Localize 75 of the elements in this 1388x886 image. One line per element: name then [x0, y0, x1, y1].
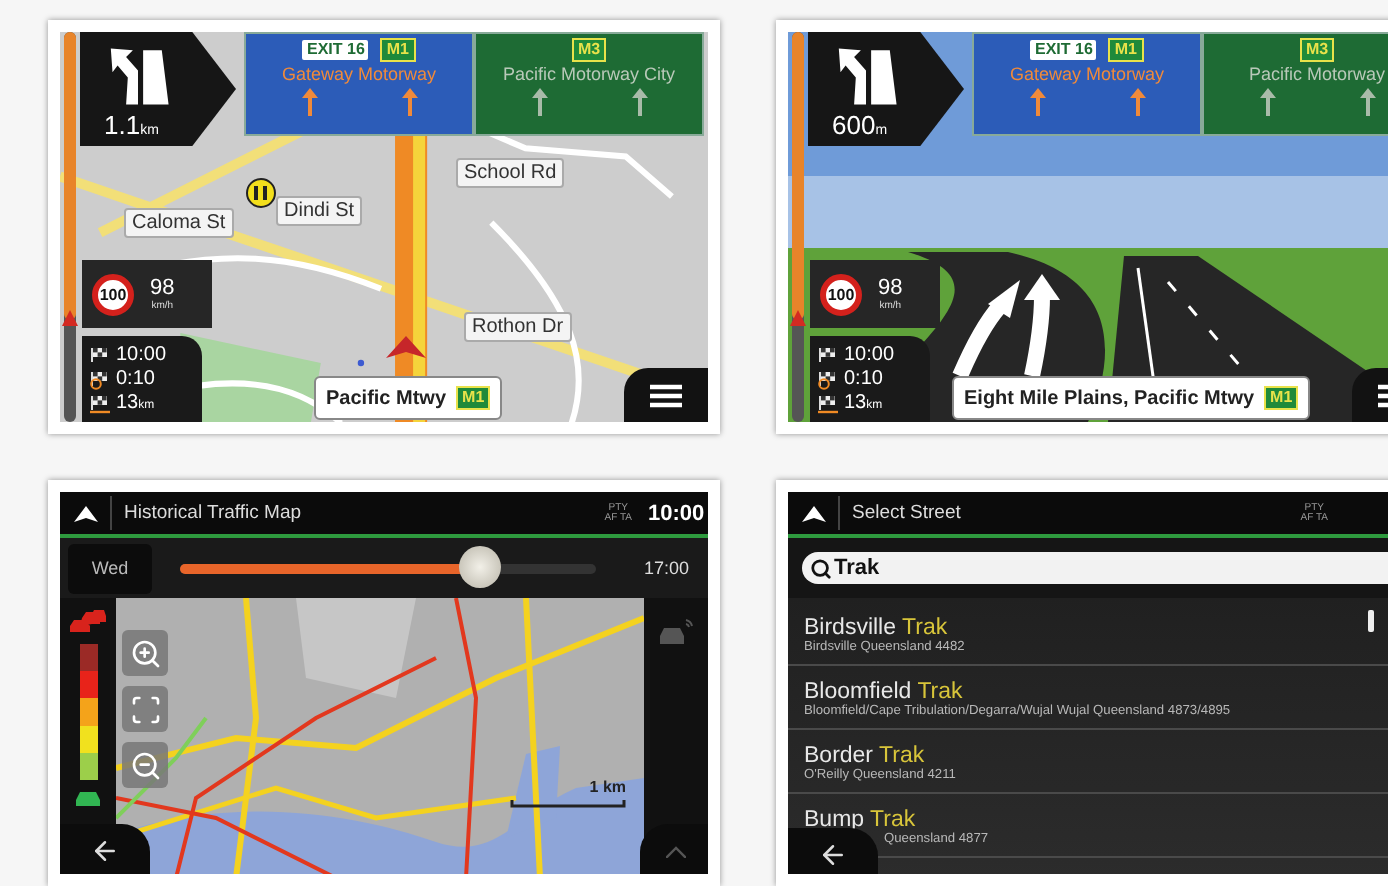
- speed-limit-sign: 100: [92, 273, 134, 315]
- traffic-scale-bar: [79, 644, 97, 780]
- zoom-out-button[interactable]: [122, 742, 168, 788]
- speed-limit-sign: 100: [820, 273, 862, 315]
- clock: 10:00: [648, 501, 705, 525]
- distance-flag-icon: [90, 393, 110, 413]
- back-button[interactable]: [788, 828, 878, 874]
- street-name: Pacific Mtwy: [326, 387, 447, 409]
- street-name: Birdsville Trak: [804, 615, 948, 639]
- trip-value: 0:10: [116, 368, 155, 390]
- arrow-up-icon: [1259, 88, 1275, 116]
- arrow-up-icon: [301, 88, 317, 116]
- sign-destination: Gateway Motorway: [1009, 64, 1165, 84]
- scale-bar: [510, 800, 626, 808]
- street-label: School Rd: [456, 158, 565, 188]
- trip-value: 10:00: [116, 344, 167, 366]
- current-speed: 98: [150, 276, 175, 300]
- sign-destination: Pacific Motorway City: [502, 64, 676, 84]
- route-shield: M1: [456, 386, 491, 410]
- fit-view-icon: [129, 693, 161, 725]
- street-name: Bloomfield Trak: [804, 679, 963, 703]
- arrow-up-icon: [1029, 88, 1045, 116]
- distance-flag-icon: [818, 393, 838, 413]
- arrow-up-icon: [1129, 88, 1145, 116]
- route-shield: M1: [1264, 386, 1299, 410]
- trip-value: 10:00: [844, 344, 895, 366]
- route-shield: M1: [1108, 38, 1144, 62]
- timer-flag-icon: [818, 369, 838, 389]
- finish-flag-icon: [818, 345, 838, 365]
- current-speed: 98: [878, 276, 903, 300]
- screen-title: Select Street: [850, 502, 963, 524]
- street-label: Rothon Dr: [464, 312, 572, 342]
- street-label: Caloma St: [124, 208, 234, 238]
- slider-thumb[interactable]: [458, 546, 501, 588]
- route-shield: M3: [571, 38, 607, 62]
- caret-up-icon: [73, 505, 97, 521]
- day-button[interactable]: Wed: [68, 543, 152, 593]
- zoom-in-icon: [129, 637, 161, 669]
- slider-time: 17:00: [644, 558, 692, 578]
- exit-badge: EXIT 16: [302, 40, 369, 60]
- zoom-out-icon: [129, 749, 161, 781]
- car-signal-icon: [658, 618, 694, 646]
- traffic-jam-icon: [70, 610, 106, 634]
- street-name: Border Trak: [804, 743, 925, 767]
- zoom-in-button[interactable]: [122, 630, 168, 676]
- street-name: Bump Trak: [804, 807, 916, 831]
- screen-title: Historical Traffic Map: [122, 502, 304, 524]
- route-shield: M1: [380, 38, 416, 62]
- finish-flag-icon: [90, 345, 110, 365]
- fit-view-button[interactable]: [122, 686, 168, 732]
- sign-destination: Gateway Motorway: [281, 64, 437, 84]
- street-name: Eight Mile Plains, Pacific Mtwy: [964, 387, 1255, 409]
- back-button[interactable]: [60, 824, 150, 874]
- sign-destination: Pacific Motorway: [1248, 64, 1386, 84]
- route-shield: M3: [1299, 38, 1335, 62]
- time-slider[interactable]: [180, 546, 596, 590]
- trip-value: 0:10: [844, 368, 883, 390]
- search-icon: [810, 558, 832, 580]
- street-label: Dindi St: [276, 196, 363, 226]
- arrow-up-icon: [531, 88, 547, 116]
- scale-label: 1 km: [589, 778, 626, 796]
- timer-flag-icon: [90, 369, 110, 389]
- scrollbar-thumb: [1368, 610, 1374, 632]
- scroll-up-button[interactable]: [640, 824, 708, 874]
- arrow-up-icon: [1359, 88, 1375, 116]
- vehicle-arrow-icon: [386, 336, 426, 358]
- arrow-up-icon: [631, 88, 647, 116]
- caret-up-icon: [666, 845, 686, 857]
- search-field[interactable]: Trak: [802, 552, 1388, 584]
- exit-badge: EXIT 16: [1030, 40, 1097, 60]
- menu-button[interactable]: [624, 368, 708, 422]
- caret-up-icon: [801, 505, 825, 521]
- car-icon: [74, 790, 102, 808]
- arrow-up-icon: [401, 88, 417, 116]
- menu-icon: [650, 383, 682, 407]
